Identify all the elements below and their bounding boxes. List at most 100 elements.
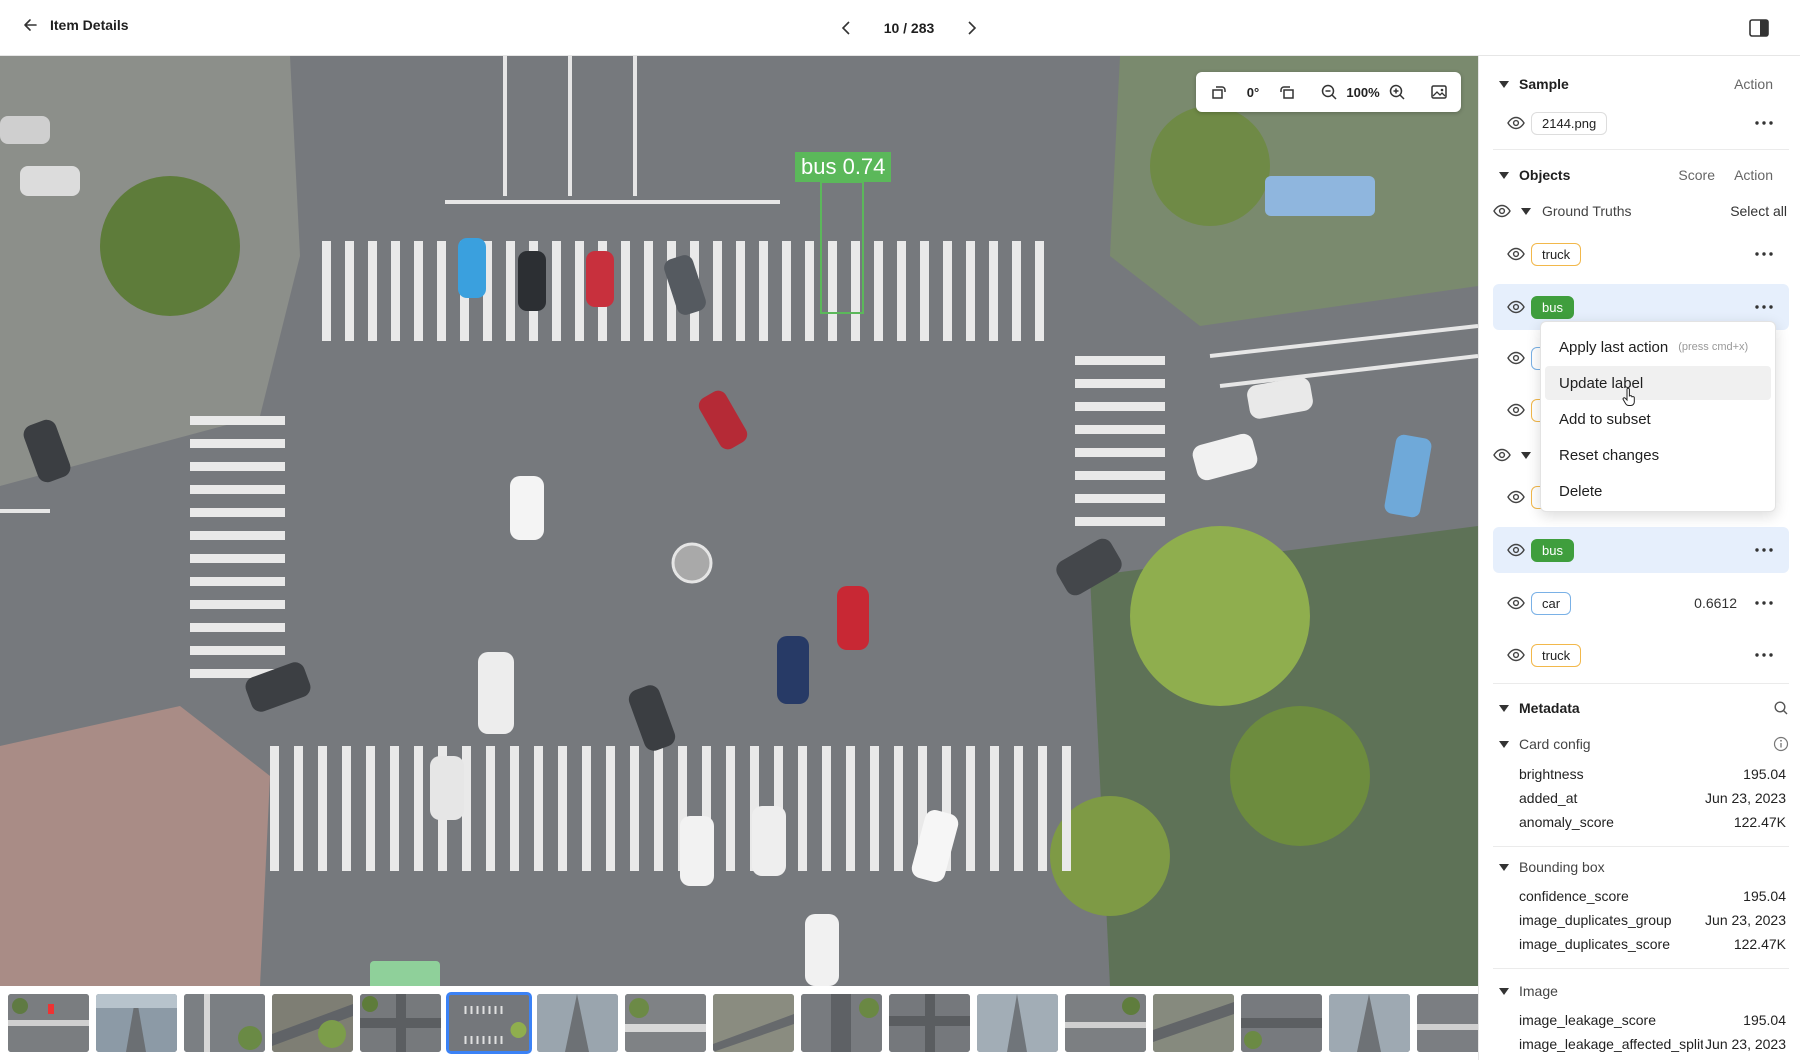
rotate-left-button[interactable] — [1202, 77, 1236, 107]
metadata-section-header[interactable]: Metadata — [1479, 693, 1800, 723]
thumbnail[interactable] — [537, 994, 618, 1052]
zoom-out-button[interactable] — [1312, 77, 1346, 107]
thumbnail-image — [537, 994, 618, 1052]
chevron-left-icon — [841, 21, 850, 35]
metadata-value: 195.04 — [1741, 766, 1786, 782]
rotate-left-icon — [1212, 86, 1226, 99]
select-all-button[interactable]: Select all — [1730, 203, 1787, 219]
metadata-key: added_at — [1519, 790, 1578, 806]
thumbnail[interactable] — [1329, 994, 1410, 1052]
thumbnail[interactable] — [801, 994, 882, 1052]
sample-section-header[interactable]: Sample Action — [1479, 69, 1800, 99]
menu-item-delete[interactable]: Delete — [1545, 474, 1771, 508]
metadata-value: Jun 23, 2023 — [1703, 1036, 1786, 1052]
menu-item-reset-changes[interactable]: Reset changes — [1545, 438, 1771, 472]
bounding-box-title: Bounding box — [1519, 859, 1605, 875]
eye-icon[interactable] — [1507, 116, 1525, 130]
sample-row: 2144.png — [1493, 105, 1789, 141]
label-chip-truck[interactable]: truck — [1531, 243, 1582, 266]
side-panel-toggle-icon[interactable] — [1748, 17, 1770, 39]
thumbnail-image — [1417, 994, 1478, 1052]
label-chip-bus[interactable]: bus — [1531, 539, 1574, 562]
ground-truths-header[interactable]: Ground Truths Select all — [1479, 196, 1800, 226]
previous-item-button[interactable] — [830, 14, 864, 42]
caret-down-icon — [1499, 863, 1509, 871]
metadata-key: confidence_score — [1519, 888, 1629, 904]
card-config-header[interactable]: Card config — [1479, 729, 1800, 759]
menu-item-apply-last-action[interactable]: Apply last action (press cmd+x) — [1545, 330, 1771, 364]
eye-icon[interactable] — [1507, 247, 1525, 261]
objects-section-header[interactable]: Objects Score Action — [1479, 160, 1800, 190]
eye-icon[interactable] — [1507, 300, 1525, 314]
thumbnail[interactable] — [1065, 994, 1146, 1052]
metadata-row: image_duplicates_score 122.47K — [1519, 936, 1786, 958]
sample-action-label: Action — [1734, 76, 1773, 92]
eye-icon[interactable] — [1507, 596, 1525, 610]
image-metadata-header[interactable]: Image — [1479, 976, 1800, 1006]
thumbnail-active[interactable] — [446, 992, 532, 1054]
thumbnail-image — [96, 994, 177, 1052]
detection-bounding-box[interactable] — [820, 181, 864, 314]
thumbnail[interactable] — [96, 994, 177, 1052]
thumbnail[interactable] — [713, 994, 794, 1052]
eye-icon[interactable] — [1507, 543, 1525, 557]
rotate-right-button[interactable] — [1270, 77, 1304, 107]
menu-item-add-to-subset[interactable]: Add to subset — [1545, 402, 1771, 436]
search-icon[interactable] — [1773, 700, 1789, 716]
zoom-in-button[interactable] — [1380, 77, 1414, 107]
thumbnail[interactable] — [1417, 994, 1478, 1052]
more-horizontal-icon[interactable] — [1753, 298, 1775, 316]
eye-icon[interactable] — [1493, 204, 1511, 218]
thumbnail[interactable] — [1241, 994, 1322, 1052]
more-horizontal-icon[interactable] — [1753, 646, 1775, 664]
more-horizontal-icon[interactable] — [1753, 245, 1775, 263]
menu-item-label: Reset changes — [1559, 446, 1660, 464]
eye-icon[interactable] — [1507, 490, 1525, 504]
item-counter: 10 / 283 — [883, 20, 935, 36]
next-item-button[interactable] — [954, 14, 988, 42]
caret-down-icon — [1499, 987, 1509, 995]
menu-item-label: Delete — [1559, 482, 1603, 500]
thumbnail[interactable] — [360, 994, 441, 1052]
back-button[interactable]: Item Details — [22, 17, 129, 33]
image-settings-button[interactable] — [1422, 77, 1456, 107]
menu-item-update-label[interactable]: Update label — [1545, 366, 1771, 400]
thumbnail-image — [360, 994, 441, 1052]
object-row-selected: bus — [1493, 527, 1789, 573]
thumbnail[interactable] — [184, 994, 265, 1052]
thumbnail[interactable] — [977, 994, 1058, 1052]
thumbnail-image — [801, 994, 882, 1052]
info-icon[interactable] — [1773, 736, 1789, 752]
intersection-aerial-image — [0, 56, 1478, 986]
metadata-row: anomaly_score 122.47K — [1519, 814, 1786, 836]
thumbnail[interactable] — [889, 994, 970, 1052]
objects-action-label: Action — [1734, 167, 1773, 183]
bounding-box-header[interactable]: Bounding box — [1479, 852, 1800, 882]
header: Item Details 10 / 283 — [0, 0, 1800, 56]
image-viewer[interactable]: bus 0.74 0° 100% — [0, 56, 1478, 986]
more-horizontal-icon[interactable] — [1753, 594, 1775, 612]
thumbnail[interactable] — [625, 994, 706, 1052]
thumbnail[interactable] — [1153, 994, 1234, 1052]
thumbnail[interactable] — [272, 994, 353, 1052]
thumbnail[interactable] — [8, 994, 89, 1052]
eye-icon[interactable] — [1507, 403, 1525, 417]
eye-icon[interactable] — [1507, 351, 1525, 365]
thumbnail-image — [1065, 994, 1146, 1052]
thumbnail-image — [184, 994, 265, 1052]
zoom-level: 100% — [1346, 84, 1380, 100]
objects-title: Objects — [1519, 167, 1571, 183]
more-horizontal-icon[interactable] — [1753, 114, 1775, 132]
label-chip-truck[interactable]: truck — [1531, 644, 1582, 667]
eye-icon[interactable] — [1493, 448, 1511, 462]
hand-pointer-icon — [1622, 388, 1635, 406]
rotation-value: 0° — [1246, 84, 1260, 100]
sample-file-chip[interactable]: 2144.png — [1531, 112, 1608, 135]
metadata-key: anomaly_score — [1519, 814, 1614, 830]
more-horizontal-icon[interactable] — [1753, 541, 1775, 559]
label-chip-bus[interactable]: bus — [1531, 296, 1574, 319]
label-chip-car[interactable]: car — [1531, 592, 1572, 615]
metadata-key: image_leakage_affected_splits — [1519, 1036, 1711, 1052]
eye-icon[interactable] — [1507, 648, 1525, 662]
zoom-in-icon — [1389, 84, 1405, 100]
